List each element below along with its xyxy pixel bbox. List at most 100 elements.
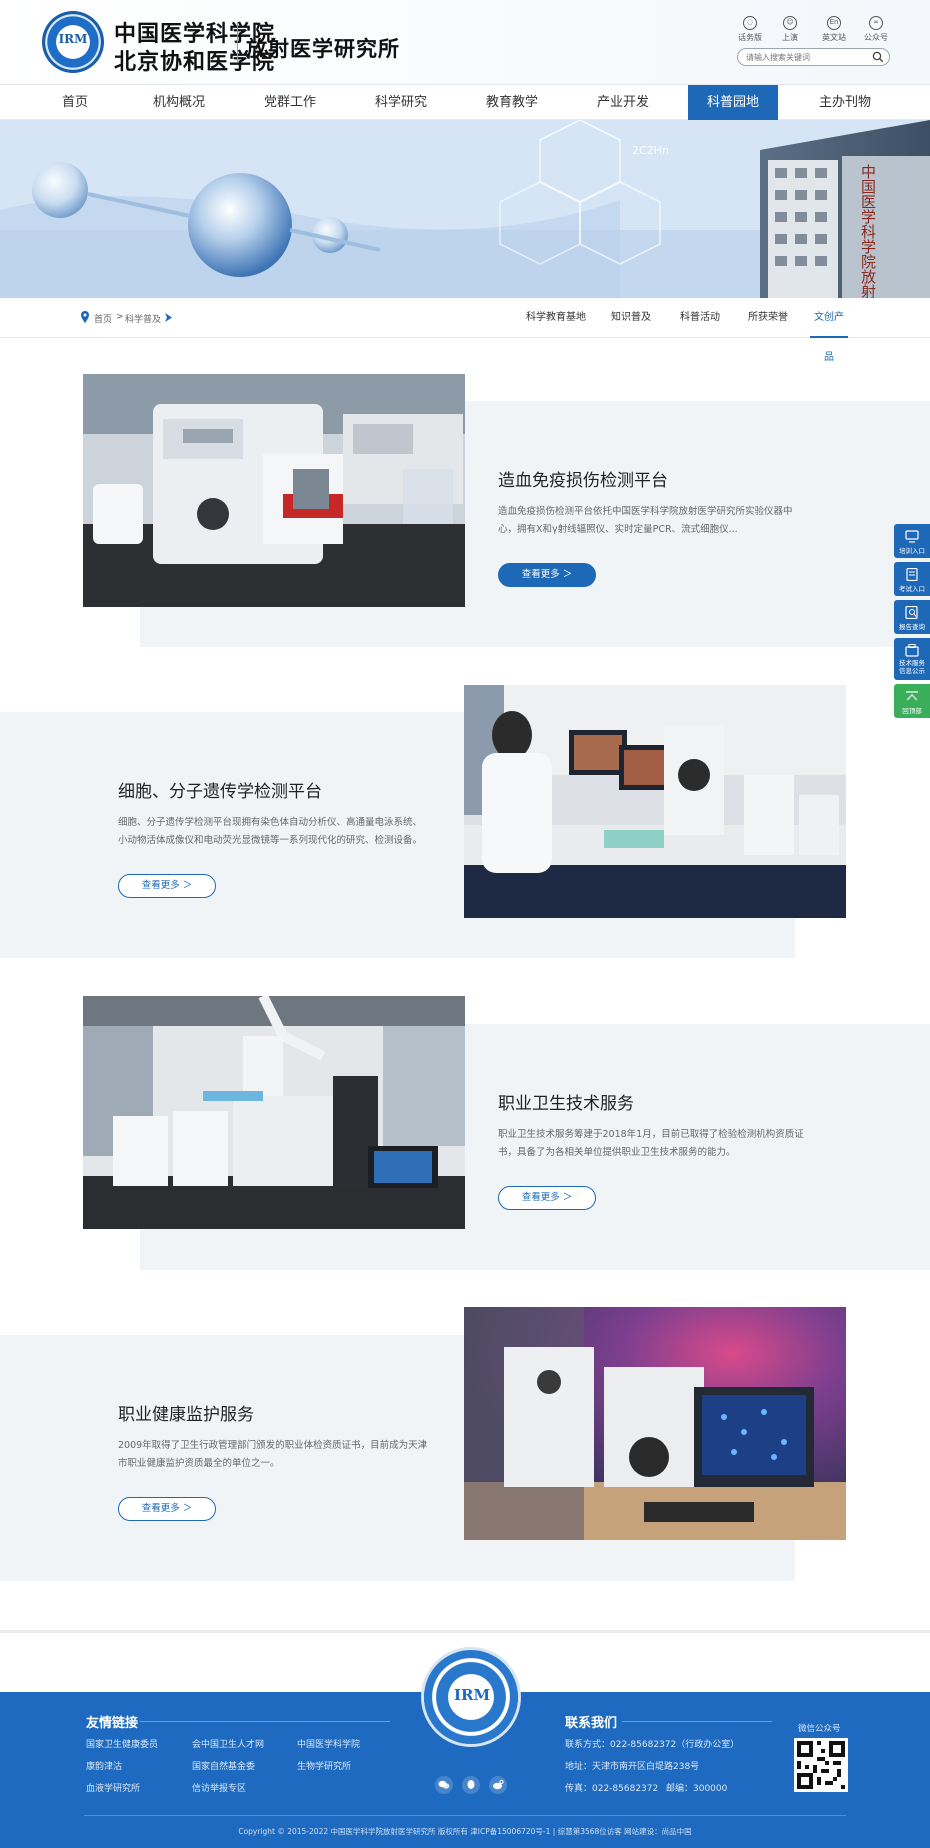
search-icon[interactable]	[872, 51, 884, 63]
top-link-wechat[interactable]: ∞ 公众号	[856, 16, 896, 43]
top-link-english[interactable]: En 英文站	[814, 16, 854, 43]
card-title[interactable]: 职业健康监护服务	[118, 1400, 254, 1425]
card-title[interactable]: 职业卫生技术服务	[498, 1089, 634, 1114]
contact-postcode: 邮编：300000	[666, 1784, 728, 1794]
institute-emblem-logo[interactable]: IRM	[42, 11, 104, 73]
wechat-qr-code	[794, 1738, 848, 1792]
side-float-service-info[interactable]: 技术服务信息公示	[894, 638, 930, 680]
footer-emblem-logo: IRM	[424, 1650, 518, 1744]
nav-item-industry[interactable]: 产业开发	[578, 85, 668, 121]
card-description: 细胞、分子遗传学检测平台现拥有染色体自动分析仪、高通量电泳系统、小动物活体成像仪…	[118, 817, 423, 846]
subtab-creative-products[interactable]: 文创产品	[810, 298, 848, 363]
top-link-label: 话务版	[738, 33, 762, 42]
card-description: 造血免疫损伤检测平台依托中国医学科学院放射医学研究所实验仪器中心，拥有X和γ射线…	[498, 506, 793, 535]
card-description: 2009年取得了卫生行政管理部门颁发的职业体检资质证书，目前成为天津市职业健康监…	[118, 1440, 428, 1469]
side-float-label: 报告查询	[899, 623, 925, 631]
nav-item-party[interactable]: 党群工作	[245, 85, 335, 121]
footer-link[interactable]: 国家自然基金委	[192, 1759, 255, 1772]
breadcrumb-separator: >	[116, 312, 124, 322]
breadcrumb-arrow-icon	[165, 313, 172, 322]
subtab-honors[interactable]: 所获荣誉	[745, 298, 791, 338]
banner-chem-label: 2C2Hn	[632, 144, 669, 157]
contact-underline	[622, 1721, 772, 1722]
top-links: ◌ 话务版 ☺ 上演 En 英文站 ∞ 公众号	[730, 16, 900, 42]
side-float-back-to-top[interactable]: 回顶部	[894, 684, 930, 718]
side-float-label: 培训入口	[899, 547, 925, 555]
footer-link[interactable]: 中国医学科学院	[297, 1737, 360, 1750]
emblem-text: IRM	[58, 32, 88, 46]
location-pin-icon	[81, 311, 89, 323]
subtab-knowledge[interactable]: 知识普及	[608, 298, 654, 338]
top-link-user[interactable]: ☺ 上演	[770, 16, 810, 43]
report-search-icon	[905, 606, 918, 619]
weibo-social-icon[interactable]	[489, 1776, 507, 1794]
subtab-edu-base[interactable]: 科学教育基地	[520, 298, 592, 338]
footer-emblem-text: IRM	[454, 1686, 491, 1704]
qq-social-icon[interactable]	[462, 1776, 480, 1794]
footer-link[interactable]: 康韵津沽	[86, 1759, 122, 1772]
contact-address: 地址：天津市南开区白堤路238号	[565, 1762, 700, 1772]
user-icon: ☺	[783, 16, 797, 30]
footer-link[interactable]: 信访举报专区	[192, 1781, 246, 1794]
contact-heading: 联系我们	[565, 1716, 618, 1731]
side-float-exam[interactable]: 考试入口	[894, 562, 930, 596]
card-image-lab-microtome[interactable]	[83, 374, 465, 607]
breadcrumb-current[interactable]: 科学普及	[125, 312, 161, 325]
logo-divider	[237, 22, 238, 62]
search-input[interactable]	[746, 51, 864, 64]
breadcrumb-home[interactable]: 首页	[94, 312, 112, 325]
side-float-label: 技术服务信息公示	[899, 659, 925, 675]
back-to-top-icon	[906, 691, 918, 701]
footer-link[interactable]: 国家卫生健康委员	[86, 1737, 158, 1750]
subtab-activities[interactable]: 科普活动	[677, 298, 723, 338]
logo-name-irm: 放射医学研究所	[246, 36, 400, 61]
side-float-label: 回顶部	[902, 707, 922, 715]
side-float-label: 考试入口	[899, 585, 925, 593]
top-link-label: 公众号	[864, 33, 888, 42]
view-more-button[interactable]: 查看更多 ＞	[498, 1186, 596, 1210]
main-nav: 首页 机构概况 党群工作 科学研究 教育教学 产业开发 科普园地 主办刊物	[0, 84, 930, 121]
nav-item-research[interactable]: 科学研究	[356, 85, 446, 121]
card-image-lab-analyzer[interactable]	[83, 996, 465, 1229]
card-image-lab-microscope-operator[interactable]	[464, 685, 846, 918]
search-box	[737, 48, 890, 66]
side-float-report-search[interactable]: 报告查询	[894, 600, 930, 634]
banner-illustration: 2C2Hn 中国医学科学院放射医学研究所	[0, 120, 930, 298]
nav-item-journals[interactable]: 主办刊物	[800, 85, 890, 121]
top-link-label: 英文站	[822, 33, 846, 42]
chat-icon: ◌	[743, 16, 757, 30]
view-more-button[interactable]: 查看更多 ＞	[498, 563, 596, 587]
nav-item-science-pop[interactable]: 科普园地	[688, 85, 778, 121]
friend-links-heading: 友情链接	[86, 1716, 139, 1731]
side-float-training[interactable]: 培训入口	[894, 524, 930, 558]
wechat-social-icon[interactable]	[435, 1776, 453, 1794]
top-link-label: 上演	[782, 33, 798, 42]
card-image-fluorescence-microscope[interactable]	[464, 1307, 846, 1540]
footer-link[interactable]: 会中国卫生人才网	[192, 1737, 264, 1750]
contact-phone: 联系方式：022-85682372（行政办公室）	[565, 1740, 740, 1750]
nav-item-home[interactable]: 首页	[30, 85, 120, 121]
qr-label: 微信公众号	[798, 1724, 841, 1734]
english-icon: En	[827, 16, 841, 30]
wechat-icon: ∞	[869, 16, 883, 30]
top-link-voice[interactable]: ◌ 话务版	[730, 16, 770, 43]
footer-link[interactable]: 血液学研究所	[86, 1781, 140, 1794]
card-title[interactable]: 细胞、分子遗传学检测平台	[118, 777, 322, 802]
exam-icon	[906, 568, 918, 581]
view-more-button[interactable]: 查看更多 ＞	[118, 1497, 216, 1521]
card-description: 职业卫生技术服务筹建于2018年1月，目前已取得了检验检测机构资质证书，具备了为…	[498, 1129, 804, 1158]
service-info-icon	[905, 644, 919, 657]
site-header: IRM 中国医学科学院 北京协和医学院 放射医学研究所 ◌ 话务版 ☺ 上演 E…	[0, 0, 930, 84]
training-icon	[905, 530, 919, 543]
sub-navigation: 首页 > 科学普及 科学教育基地 知识普及 科普活动 所获荣誉 文创产品	[0, 298, 930, 363]
copyright-divider	[84, 1815, 846, 1816]
friend-links-underline	[140, 1721, 390, 1722]
footer-link[interactable]: 生物学研究所	[297, 1759, 351, 1772]
contact-fax: 传真：022-85682372	[565, 1784, 659, 1794]
card-title[interactable]: 造血免疫损伤检测平台	[498, 466, 668, 491]
nav-item-about[interactable]: 机构概况	[134, 85, 224, 121]
page-banner: 2C2Hn 中国医学科学院放射医学研究所	[0, 120, 930, 298]
view-more-button[interactable]: 查看更多 ＞	[118, 874, 216, 898]
nav-item-education[interactable]: 教育教学	[467, 85, 557, 121]
copyright-text: Copyright © 2015-2022 中国医学科学院放射医学研究所 版权所…	[238, 1827, 692, 1836]
